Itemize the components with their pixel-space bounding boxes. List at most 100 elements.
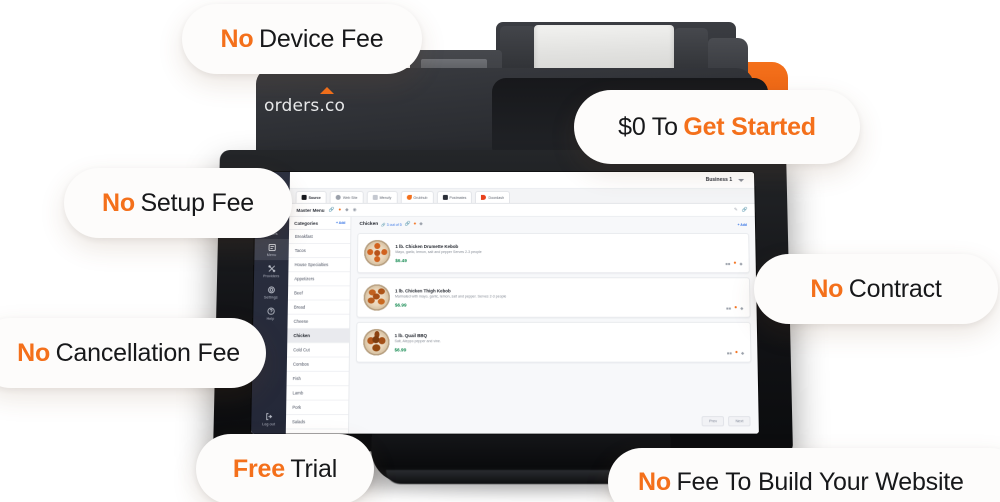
orders-co-logo-text: orders.co <box>264 96 346 116</box>
category-item-chicken[interactable]: Chicken <box>287 328 350 344</box>
category-label: Combos <box>292 361 309 367</box>
tab-menufy[interactable]: Menufy <box>366 190 398 203</box>
sidebar-item-help[interactable]: Help <box>253 303 288 324</box>
link-icon[interactable]: 🔗 <box>329 207 335 213</box>
category-item[interactable]: Cold Cut <box>287 343 350 358</box>
grubhub-icon[interactable]: ● <box>414 221 417 227</box>
add-category-button[interactable]: + Add <box>336 221 345 225</box>
category-item[interactable]: Breakfast <box>288 229 351 244</box>
category-item[interactable]: Beef <box>287 286 350 301</box>
pill-text: Trial <box>290 454 338 483</box>
app-main: Business 1 Source Web Site Menufy Grubhu… <box>285 172 759 434</box>
globe-icon[interactable]: ◉ <box>353 207 357 213</box>
category-item[interactable]: Salads <box>285 415 349 430</box>
sidebar-item-label: Settings <box>263 295 278 300</box>
tab-website[interactable]: Web Site <box>329 190 364 203</box>
pill-highlight: Get Started <box>683 112 816 141</box>
postmates-icon[interactable]: ◆ <box>739 261 742 266</box>
menu-item-title: 1 lb. Chicken Drumette Kebob <box>395 243 459 249</box>
category-item[interactable]: Pork <box>286 400 349 416</box>
category-item[interactable]: Lamb <box>286 386 349 401</box>
category-label: Pork <box>292 404 302 410</box>
category-item[interactable]: Tacos <box>288 243 351 259</box>
pill-text: Contract <box>848 274 942 303</box>
menu-item-title: 1 lb. Chicken Thigh Kebob <box>395 287 451 293</box>
tab-source[interactable]: Source <box>295 190 327 203</box>
menu-item-price: $6.99 <box>394 346 407 352</box>
category-item[interactable]: Side Orders <box>285 429 349 434</box>
printer-left-tab <box>500 26 536 72</box>
sidebar-item-label: Providers <box>263 274 280 279</box>
next-page-button[interactable]: Next <box>728 416 751 427</box>
category-label: Breakfast <box>294 233 313 239</box>
orders-co-app: Home Orders Menu Providers <box>251 172 759 434</box>
category-label: Beef <box>294 290 303 296</box>
categories-header: Categories + Add <box>289 216 351 230</box>
menu-items-header: Chicken 🔗 3 out of 5 🔗 ● ◆ + Add <box>357 221 749 229</box>
menu-item-card[interactable]: 1 lb. Chicken Thigh Kebob Marinated with… <box>356 277 751 318</box>
category-label: Fish <box>292 375 301 382</box>
grubhub-icon[interactable]: ● <box>734 305 737 311</box>
add-item-button[interactable]: + Add <box>737 222 746 226</box>
source-icon[interactable]: ■■ <box>727 350 732 355</box>
menu-content: Categories + Add Breakfast Tacos House S… <box>285 216 759 434</box>
pill-text: $0 To <box>618 112 678 141</box>
postmates-icon[interactable]: ◆ <box>345 207 349 213</box>
sidebar-item-providers[interactable]: Providers <box>254 260 289 281</box>
category-item[interactable]: Combos <box>286 357 349 372</box>
device-screen: Home Orders Menu Providers <box>251 172 759 434</box>
menu-item-card[interactable]: 1 lb. Quail BBQ Salt, Aleppo pepper and … <box>355 321 752 363</box>
tab-postmates[interactable]: Postmates <box>436 190 473 203</box>
link-icon[interactable]: 🔗 <box>742 207 748 213</box>
source-icon[interactable]: ■■ <box>726 305 731 310</box>
menu-item-card[interactable]: 1 lb. Chicken Drumette Kebob Mayo, garli… <box>356 232 750 274</box>
grubhub-icon[interactable]: ● <box>338 207 341 213</box>
category-item[interactable]: Bread <box>287 300 350 315</box>
pill-highlight: No <box>17 338 51 367</box>
menu-item-title: 1 lb. Quail BBQ <box>394 332 428 338</box>
items-count-label: 3 out of 5 <box>386 222 402 227</box>
orders-co-logo: orders.co <box>264 87 346 116</box>
edit-icon[interactable]: ✎ <box>734 207 738 213</box>
prev-page-button[interactable]: Prev <box>701 416 725 427</box>
feature-pill-get-started: $0 To Get Started <box>574 90 860 164</box>
chevron-down-icon[interactable] <box>738 178 745 182</box>
menu-items-panel: Chicken 🔗 3 out of 5 🔗 ● ◆ + Add 1 lb. C… <box>349 217 759 434</box>
pill-highlight: No <box>810 274 844 303</box>
tab-doordash[interactable]: Doordash <box>475 190 511 203</box>
postmates-icon[interactable]: ◆ <box>740 305 743 310</box>
pill-text: Setup Fee <box>140 188 254 217</box>
category-label: Tacos <box>294 248 306 254</box>
business-selector-label[interactable]: Business 1 <box>706 177 733 183</box>
postmates-icon[interactable]: ◆ <box>419 221 423 227</box>
tab-label: Grubhub <box>413 195 428 200</box>
items-count-link[interactable]: 🔗 3 out of 5 <box>381 222 402 226</box>
link-icon[interactable]: 🔗 <box>405 221 411 227</box>
pill-text: Cancellation Fee <box>55 338 241 367</box>
sidebar-item-settings[interactable]: Settings <box>254 281 289 302</box>
category-item[interactable]: Cheese <box>287 314 350 329</box>
category-item[interactable]: Appetizers <box>288 272 350 287</box>
postmates-icon[interactable]: ◆ <box>741 350 744 355</box>
pill-highlight: No <box>638 467 671 496</box>
grubhub-icon[interactable]: ● <box>733 260 736 266</box>
menu-item-body: 1 lb. Chicken Drumette Kebob Mayo, garli… <box>395 243 720 262</box>
source-icon[interactable]: ■■ <box>726 261 731 266</box>
pill-text: Device Fee <box>258 24 384 53</box>
category-item[interactable]: Fish <box>286 371 349 387</box>
sidebar-item-logout[interactable]: Log out <box>251 408 286 430</box>
orders-co-caret-icon <box>320 87 334 94</box>
pagination: Prev Next <box>355 414 753 429</box>
category-label: Appetizers <box>294 276 315 282</box>
grubhub-icon <box>406 194 412 200</box>
category-item[interactable]: House Specialties <box>288 258 351 273</box>
item-group-title: Chicken <box>359 221 379 227</box>
category-label: Lamb <box>292 390 304 396</box>
category-label: Salads <box>292 419 306 425</box>
tab-grubhub[interactable]: Grubhub <box>400 190 434 203</box>
menu-item-actions: ■■ ● ◆ <box>727 349 744 357</box>
sidebar-item-menu[interactable]: Menu <box>254 238 289 261</box>
menufy-icon <box>372 194 378 200</box>
grubhub-icon[interactable]: ● <box>735 349 738 355</box>
